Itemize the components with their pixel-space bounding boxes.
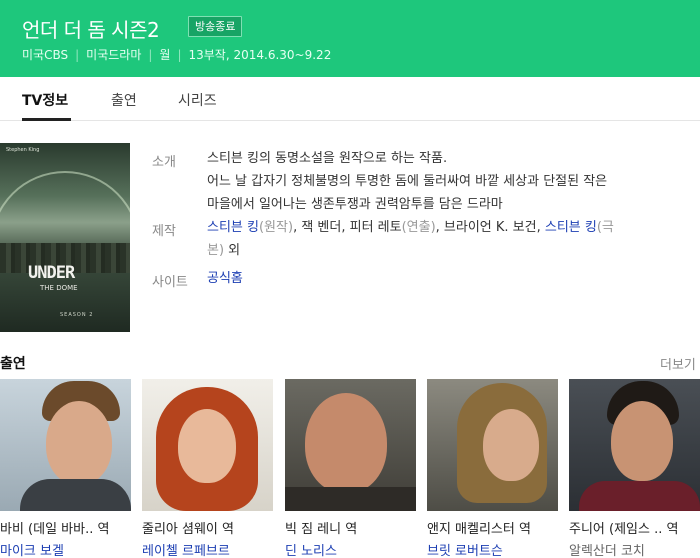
cast-section-heading: 출연 xyxy=(0,356,26,372)
cast-role: 줄리아 셤웨이 역 xyxy=(142,518,234,537)
production-line-1: 스티븐 킹(원작), 잭 벤더, 피터 레토(연출), 브라이언 K. 보건, … xyxy=(207,216,614,239)
credit-text: 외 xyxy=(224,243,241,258)
photo-detail xyxy=(178,409,236,483)
cast-actor-link[interactable]: 브릿 로버트슨 xyxy=(427,540,503,558)
photo-detail xyxy=(46,401,112,485)
photo-detail xyxy=(20,479,131,511)
tab-tv-info[interactable]: TV정보 xyxy=(22,90,68,110)
character-name: 줄리아 셤웨이 xyxy=(142,522,218,537)
more-cast-link[interactable]: 더보기 xyxy=(660,354,696,373)
role-suffix: 역 xyxy=(666,522,679,537)
production-text: 스티븐 킹(원작), 잭 벤더, 피터 레토(연출), 브라이언 K. 보건, … xyxy=(207,216,614,262)
cast-photo[interactable] xyxy=(0,379,131,511)
credit-text: , 브라이언 K. 보건, xyxy=(435,220,545,235)
character-name: 주니어 (제임스 .. xyxy=(569,522,663,537)
credit-text: , 잭 벤더, 피터 레토 xyxy=(293,220,402,235)
intro-line: 마을에서 일어나는 생존투쟁과 권력암투를 담은 드라마 xyxy=(207,197,503,212)
cast-role: 바비 (데일 바바.. 역 xyxy=(0,518,109,537)
credit-note: (연출) xyxy=(401,220,436,235)
role-suffix: 역 xyxy=(519,522,531,537)
status-badge: 방송종료 xyxy=(188,16,243,37)
meta-genre: 미국드라마 xyxy=(86,48,142,62)
photo-detail xyxy=(611,401,673,481)
character-name: 바비 (데일 바바.. xyxy=(0,522,94,537)
official-site-link[interactable]: 공식홈 xyxy=(207,271,243,286)
character-name: 앤지 매켈리스터 xyxy=(427,522,515,537)
meta-channel: 미국CBS xyxy=(22,48,69,62)
cast-actor-link[interactable]: 딘 노리스 xyxy=(285,540,337,558)
cast-actor-link[interactable]: 레이첼 르페브르 xyxy=(142,540,230,558)
production-line-2: 본) 외 xyxy=(207,239,614,262)
intro-label: 소개 xyxy=(152,155,176,170)
credit-note: (극 xyxy=(596,220,614,235)
poster-season: SEASON 2 xyxy=(60,312,94,318)
author-link[interactable]: 스티븐 킹 xyxy=(207,220,259,235)
cast-actor-link[interactable]: 마이크 보겔 xyxy=(0,540,64,558)
photo-detail xyxy=(579,481,700,511)
photo-detail xyxy=(483,409,539,481)
meta-divider: | xyxy=(75,48,80,62)
role-suffix: 역 xyxy=(97,522,110,537)
site-label: 사이트 xyxy=(152,275,188,290)
poster-title-line2: THE DOME xyxy=(40,284,78,292)
poster-credit: Stephen King xyxy=(6,147,40,153)
tab-bar: TV정보 출연 시리즈 xyxy=(0,77,700,121)
cast-actor-name: 알렉산더 코치 xyxy=(569,544,645,558)
cast-role: 주니어 (제임스 .. 역 xyxy=(569,518,678,537)
site-row: 공식홈 xyxy=(207,267,243,290)
credit-note: (원작) xyxy=(258,220,294,235)
intro-line: 스티븐 킹의 동명소설을 원작으로 하는 작품. xyxy=(207,151,448,166)
intro-line: 어느 날 갑자기 정체불명의 투명한 돔에 둘러싸여 바깥 세상과 단절된 작은 xyxy=(207,174,608,189)
poster-title-line1: UNDER xyxy=(28,263,75,283)
meta-divider: | xyxy=(148,48,153,62)
production-label: 제작 xyxy=(152,224,176,239)
cast-photo[interactable] xyxy=(427,379,558,511)
cast-photo[interactable] xyxy=(285,379,416,511)
page-title[interactable]: 언더 더 돔 시즌2 xyxy=(22,14,160,43)
role-suffix: 역 xyxy=(345,522,358,537)
meta-day: 월 xyxy=(159,48,171,62)
active-tab-indicator xyxy=(22,118,71,121)
cast-photo[interactable] xyxy=(142,379,273,511)
photo-detail xyxy=(285,487,416,511)
title-header: 언더 더 돔 시즌2 방송종료 미국CBS | 미국드라마 | 월 | 13부작, 2014… xyxy=(0,0,700,77)
tab-series[interactable]: 시리즈 xyxy=(178,90,217,110)
poster-image[interactable]: Stephen King UNDER THE DOME SEASON 2 xyxy=(0,143,130,332)
meta-divider: | xyxy=(177,48,182,62)
cast-role: 빅 짐 레니 역 xyxy=(285,518,357,537)
photo-detail xyxy=(305,393,387,493)
intro-text: 스티븐 킹의 동명소설을 원작으로 하는 작품. 어느 날 갑자기 정체불명의 … xyxy=(207,147,607,216)
writer-link[interactable]: 스티븐 킹 xyxy=(545,220,597,235)
character-name: 빅 짐 레니 xyxy=(285,522,342,537)
cast-role: 앤지 매켈리스터 역 xyxy=(427,518,531,537)
program-meta: 미국CBS | 미국드라마 | 월 | 13부작, 2014.6.30~9.22 xyxy=(22,46,331,63)
cast-photo[interactable] xyxy=(569,379,700,511)
role-suffix: 역 xyxy=(222,522,235,537)
credit-note: 본) xyxy=(207,243,225,258)
tab-cast[interactable]: 출연 xyxy=(111,90,137,110)
meta-episodes: 13부작, 2014.6.30~9.22 xyxy=(188,48,332,62)
